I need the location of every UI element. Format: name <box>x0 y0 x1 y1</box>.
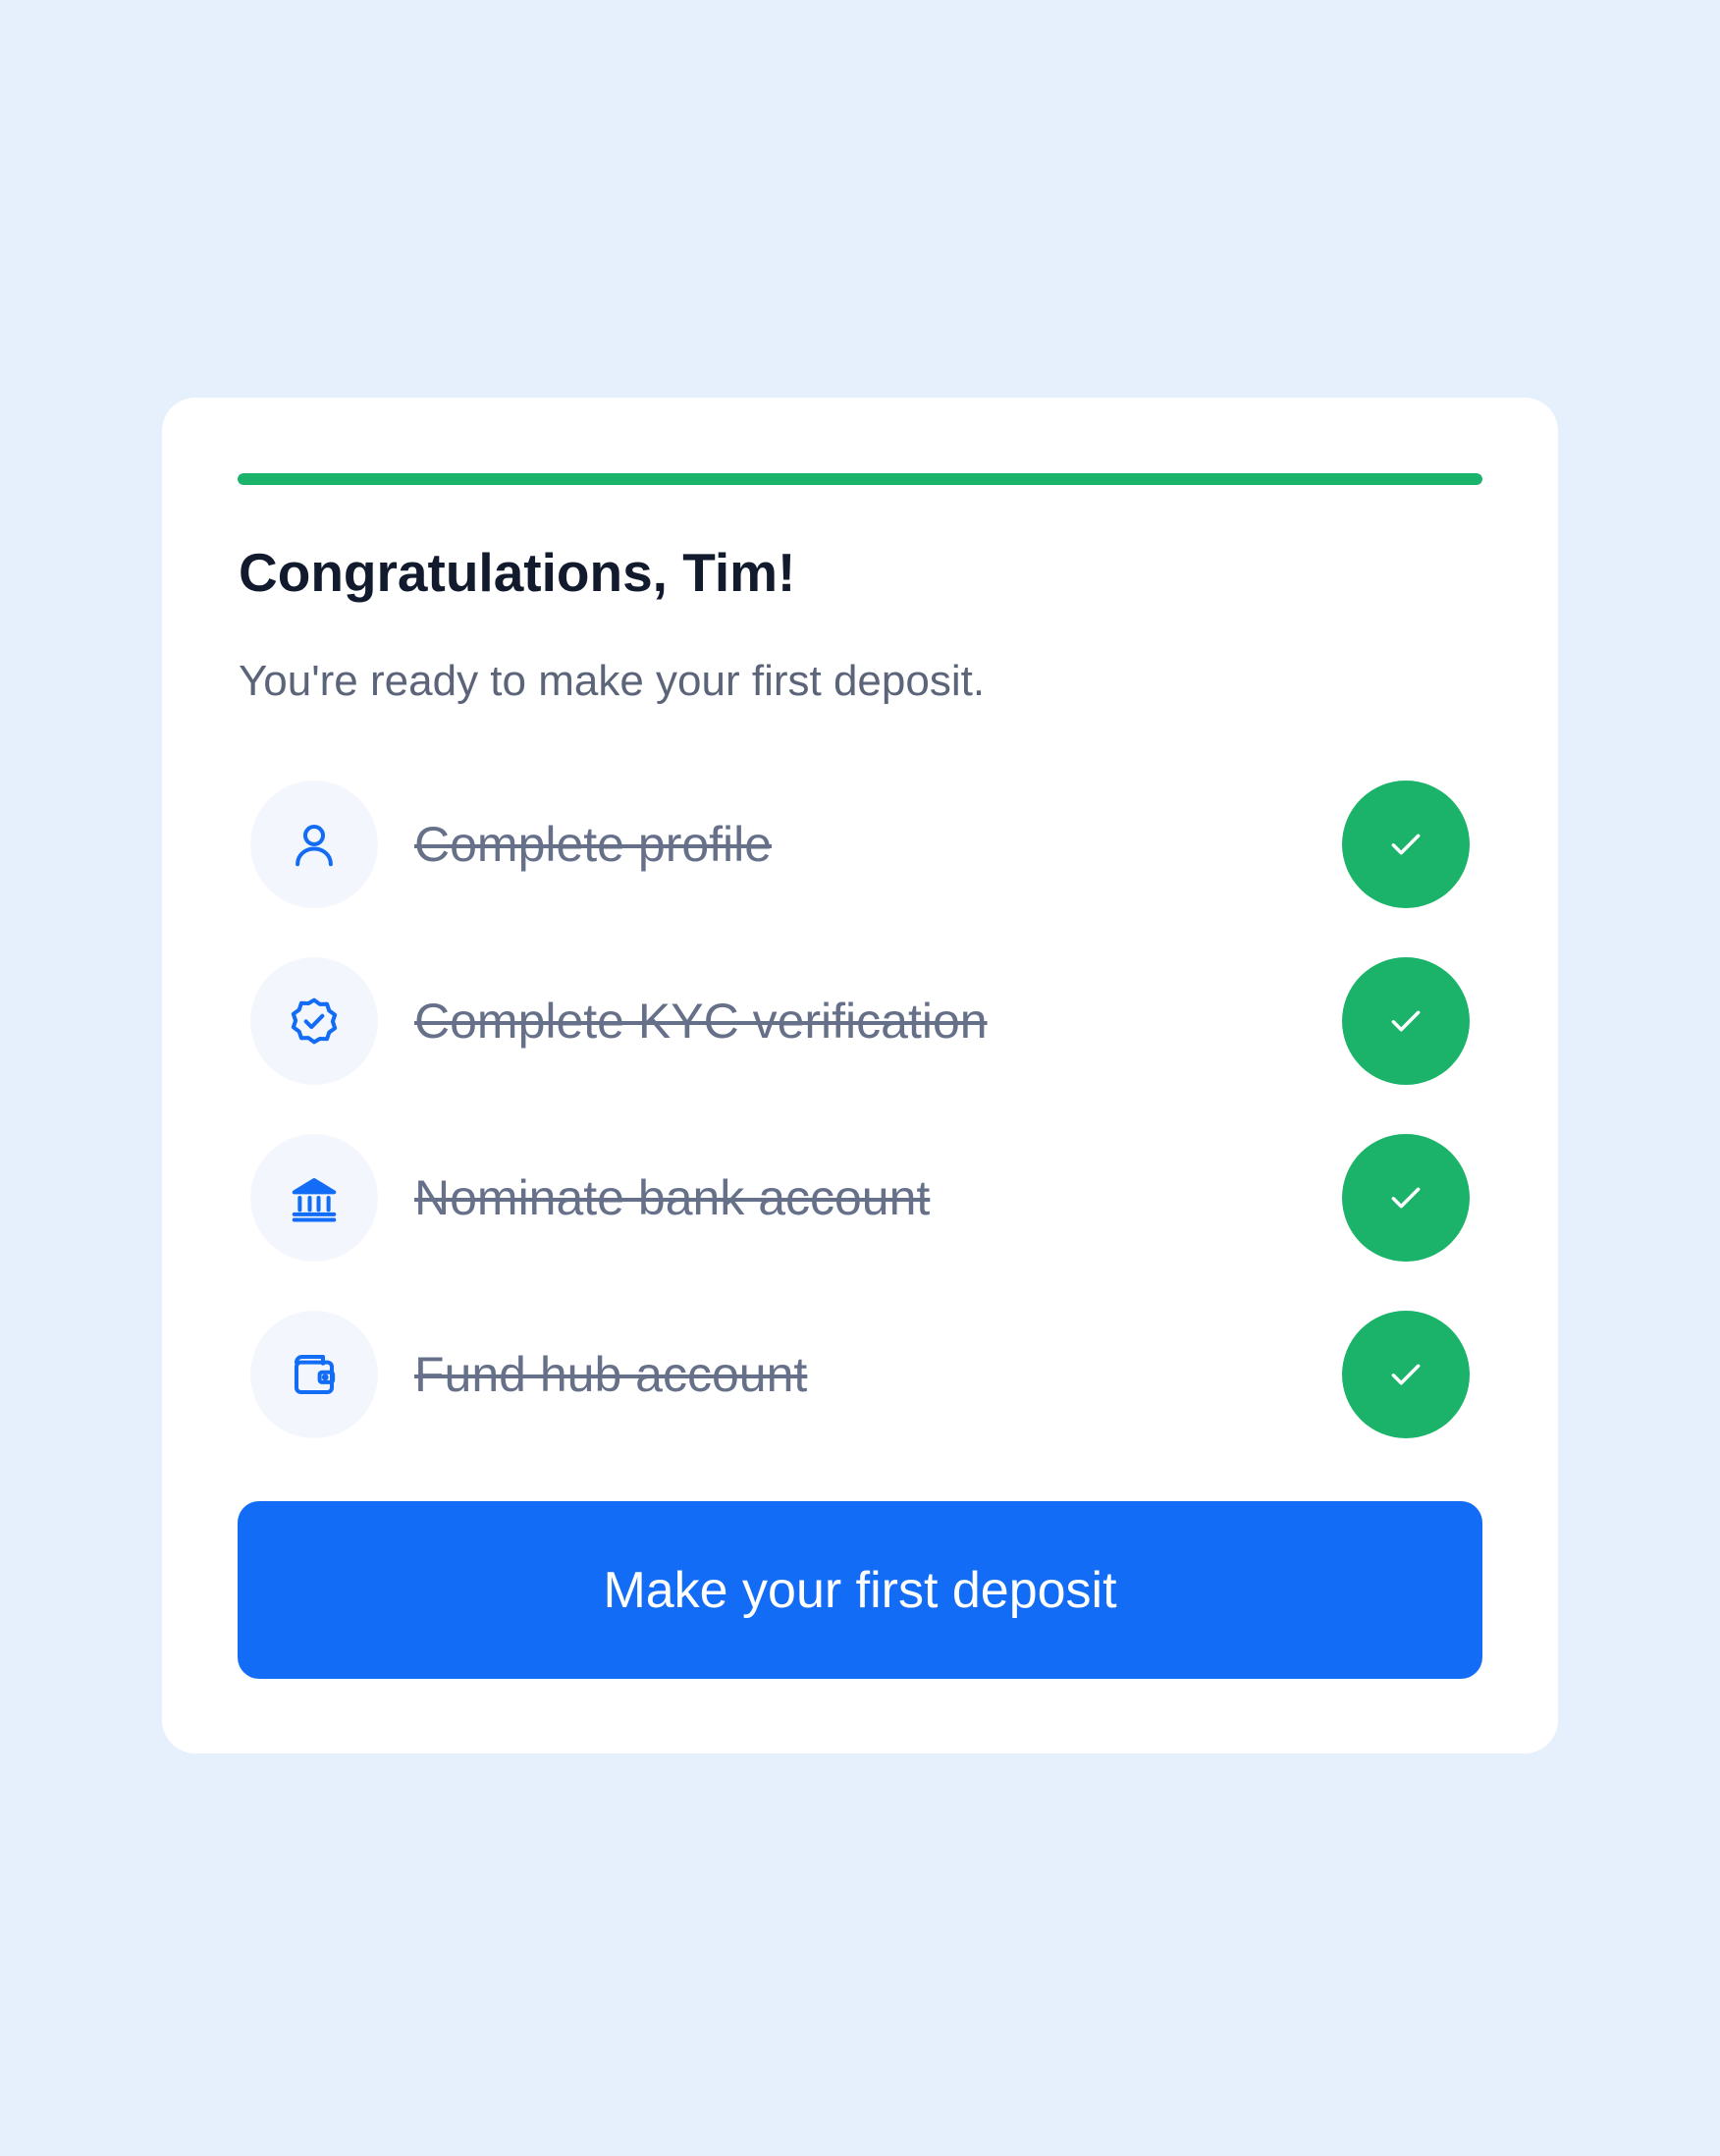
checkmark-icon <box>1342 957 1470 1085</box>
step-item-complete-profile: Complete profile <box>250 781 1470 908</box>
card-subtitle: You're ready to make your first deposit. <box>239 657 986 705</box>
progress-bar <box>238 473 1482 485</box>
step-label: Complete KYC verification <box>414 994 988 1049</box>
card-title: Congratulations, Tim! <box>239 542 796 603</box>
checkmark-icon <box>1342 781 1470 908</box>
bank-icon <box>250 1134 378 1262</box>
onboarding-step-list: Complete profile Complete KYC verificati… <box>250 781 1470 1487</box>
onboarding-card: Congratulations, Tim! You're ready to ma… <box>162 398 1558 1753</box>
step-label: Nominate bank account <box>414 1170 931 1225</box>
step-item-nominate-bank: Nominate bank account <box>250 1134 1470 1262</box>
step-label: Complete profile <box>414 817 773 872</box>
wallet-icon <box>250 1311 378 1438</box>
step-item-kyc-verification: Complete KYC verification <box>250 957 1470 1085</box>
checkmark-icon <box>1342 1311 1470 1438</box>
verified-badge-icon <box>250 957 378 1085</box>
progress-bar-fill <box>238 473 1482 485</box>
step-item-fund-hub: Fund hub account <box>250 1311 1470 1438</box>
checkmark-icon <box>1342 1134 1470 1262</box>
step-label: Fund hub account <box>414 1347 808 1402</box>
user-icon <box>250 781 378 908</box>
make-first-deposit-button[interactable]: Make your first deposit <box>238 1501 1482 1679</box>
